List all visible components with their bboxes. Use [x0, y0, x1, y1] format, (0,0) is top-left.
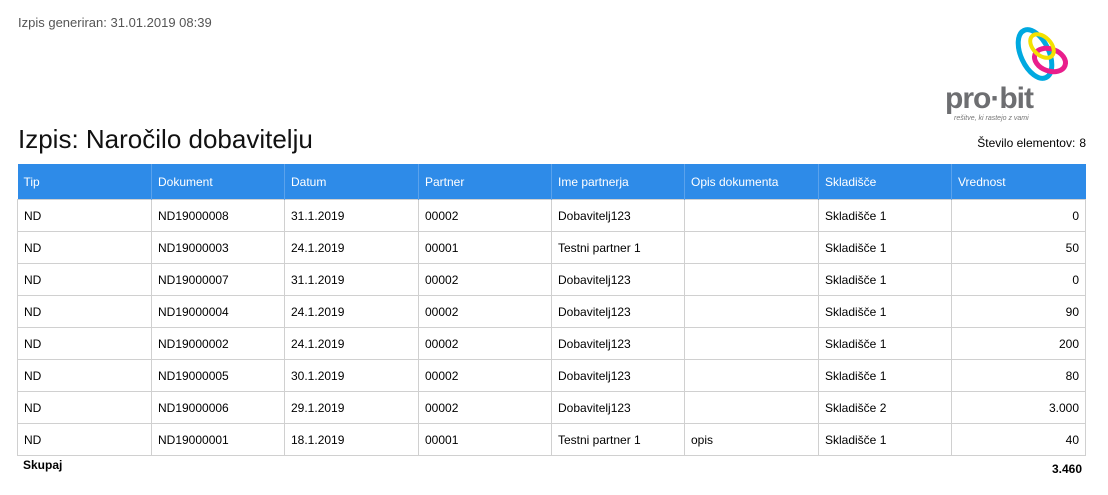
table-body: ND ND19000008 31.1.2019 00002 Dobavitelj123 S… [17, 199, 1086, 456]
table-cell [684, 263, 819, 296]
table-cell: ND [17, 263, 152, 296]
table-cell: 24.1.2019 [284, 295, 419, 328]
table-cell: Skladišče 1 [818, 295, 952, 328]
table-cell [684, 199, 819, 232]
table-cell: Skladišče 1 [818, 423, 952, 456]
table-cell: Dobavitelj123 [551, 295, 685, 328]
table-cell: ND [17, 423, 152, 456]
logo-wordmark: pro·bit [945, 82, 1034, 115]
table-cell: 00002 [418, 359, 552, 392]
table-cell: ND19000002 [151, 327, 285, 360]
page-title: Izpis: Naročilo dobavitelju [18, 124, 313, 154]
logo-rings-icon [1015, 27, 1068, 81]
table-cell: ND [17, 199, 152, 232]
table-cell: 18.1.2019 [284, 423, 419, 456]
table-cell: Dobavitelj123 [551, 327, 685, 360]
table-cell: Skladišče 1 [818, 199, 952, 232]
table-row: ND ND19000001 18.1.2019 00001 Testni partner… [17, 423, 1086, 456]
element-count-value: 8 [1079, 136, 1086, 150]
table-cell: ND19000001 [151, 423, 285, 456]
table-cell: Skladišče 1 [818, 231, 952, 264]
table-row: ND ND19000003 24.1.2019 00001 Testni partner… [17, 231, 1086, 264]
table-cell: ND19000008 [151, 199, 285, 232]
table-cell: 31.1.2019 [284, 263, 419, 296]
table-row: ND ND19000004 24.1.2019 00002 Dobavitelj123 S… [17, 295, 1086, 328]
total-label: Skupaj [23, 458, 63, 472]
table-cell: ND19000005 [151, 359, 285, 392]
column-header: Opis dokumenta [684, 164, 819, 200]
column-header: Tip [17, 164, 152, 200]
table-row: ND ND19000008 31.1.2019 00002 Dobavitelj123 S… [17, 199, 1086, 232]
table-cell [684, 391, 819, 424]
table-cell: 00002 [418, 327, 552, 360]
table-cell: ND [17, 391, 152, 424]
table-cell: 24.1.2019 [284, 327, 419, 360]
table-cell: 0 [951, 263, 1086, 296]
column-header: Dokument [151, 164, 285, 200]
table-cell: 00001 [418, 423, 552, 456]
table-cell: ND19000003 [151, 231, 285, 264]
table-cell: Dobavitelj123 [551, 199, 685, 232]
table-cell: 24.1.2019 [284, 231, 419, 264]
table-header-row: Tip Dokument Datum Partner Ime partnerja Opis… [17, 164, 1086, 200]
table-cell: ND19000006 [151, 391, 285, 424]
logo-slogan: rešitve, ki rastejo z vami [954, 115, 1029, 122]
table-cell: 50 [951, 231, 1086, 264]
table-cell: Skladišče 2 [818, 391, 952, 424]
table-cell: ND19000004 [151, 295, 285, 328]
table-cell: 3.000 [951, 391, 1086, 424]
table-cell: opis [684, 423, 819, 456]
total-value: 3.460 [1051, 462, 1082, 476]
probit-logo: pro·bit rešitve, ki rastejo z vami [940, 24, 1080, 124]
table-cell [684, 295, 819, 328]
table-cell: Dobavitelj123 [551, 263, 685, 296]
table-cell: ND19000007 [151, 263, 285, 296]
table-cell [684, 327, 819, 360]
table-cell: Testni partner 1 [551, 231, 685, 264]
table-cell: Testni partner 1 [551, 423, 685, 456]
table-cell: Dobavitelj123 [551, 391, 685, 424]
table-cell: Dobavitelj123 [551, 359, 685, 392]
table-cell: ND [17, 327, 152, 360]
element-count: Število elementov: 8 [977, 136, 1086, 150]
table-cell: 31.1.2019 [284, 199, 419, 232]
table-cell: Skladišče 1 [818, 327, 952, 360]
table-cell: ND [17, 359, 152, 392]
table-cell: ND [17, 231, 152, 264]
table-cell: 00002 [418, 295, 552, 328]
table-row: ND ND19000007 31.1.2019 00002 Dobavitelj123 S… [17, 263, 1086, 296]
column-header: Ime partnerja [551, 164, 685, 200]
table-cell: 00002 [418, 263, 552, 296]
table-cell: 00002 [418, 391, 552, 424]
table-cell [684, 231, 819, 264]
table-cell [684, 359, 819, 392]
table-cell: 0 [951, 199, 1086, 232]
table-cell: Skladišče 1 [818, 359, 952, 392]
table-cell: 90 [951, 295, 1086, 328]
column-header: Vrednost [951, 164, 1086, 200]
table-row: ND ND19000006 29.1.2019 00002 Dobavitelj123 S… [17, 391, 1086, 424]
report-table: Tip Dokument Datum Partner Ime partnerja Opis… [17, 164, 1086, 456]
column-header: Skladišče [818, 164, 952, 200]
table-cell: 00002 [418, 199, 552, 232]
table-row: ND ND19000005 30.1.2019 00002 Dobavitelj123 S… [17, 359, 1086, 392]
column-header: Datum [284, 164, 419, 200]
table-cell: 29.1.2019 [284, 391, 419, 424]
table-cell: 00001 [418, 231, 552, 264]
table-cell: Skladišče 1 [818, 263, 952, 296]
table-cell: 40 [951, 423, 1086, 456]
table-row: ND ND19000002 24.1.2019 00002 Dobavitelj123 S… [17, 327, 1086, 360]
table-cell: 200 [951, 327, 1086, 360]
table-cell: 80 [951, 359, 1086, 392]
table-cell: ND [17, 295, 152, 328]
table-cell: 30.1.2019 [284, 359, 419, 392]
generated-timestamp: Izpis generiran: 31.01.2019 08:39 [18, 15, 212, 30]
column-header: Partner [418, 164, 552, 200]
